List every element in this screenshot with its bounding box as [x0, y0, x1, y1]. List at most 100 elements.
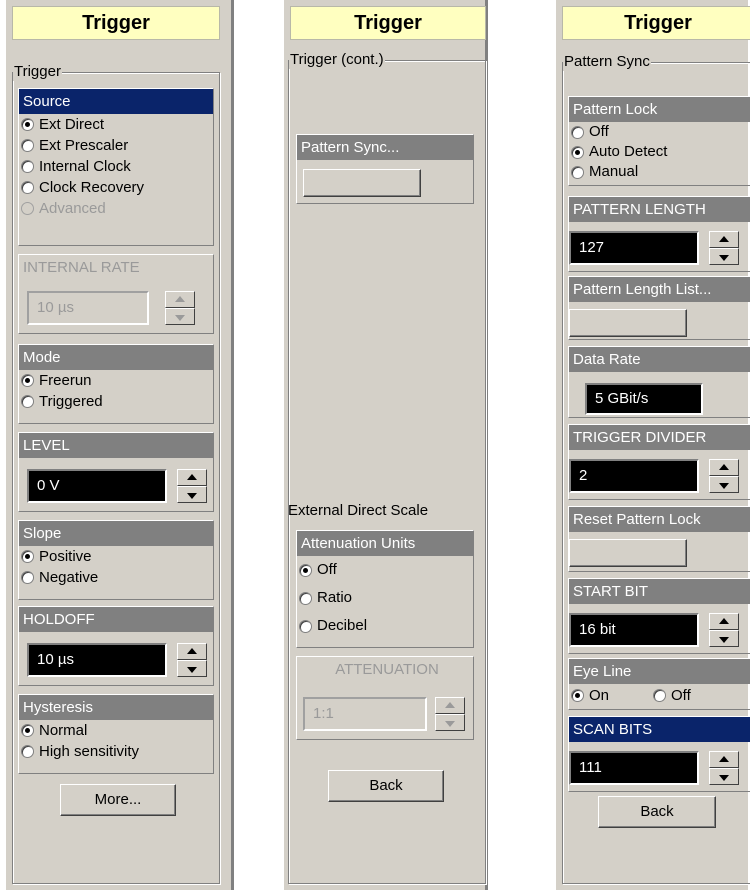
hysteresis-normal-radio[interactable]: Normal — [19, 720, 213, 741]
attenuation-units-section: Attenuation Units Off Ratio Decibel — [296, 530, 474, 648]
radio-dot-icon — [571, 166, 584, 179]
trigger-panel-1: Trigger Trigger Source Ext Direct Ext Pr… — [4, 0, 234, 890]
spin-up-icon[interactable] — [709, 459, 739, 476]
spin-up-icon[interactable] — [709, 751, 739, 768]
spin-down-icon[interactable] — [709, 768, 739, 785]
pattern-length-section: PATTERN LENGTH 127 — [568, 196, 750, 272]
radio-dot-icon — [21, 395, 34, 408]
attenuation-decibel-radio[interactable]: Decibel — [297, 612, 473, 640]
panel-title: Trigger — [562, 6, 750, 40]
level-spinner[interactable] — [177, 469, 207, 503]
pattern-sync-button[interactable] — [303, 169, 421, 197]
start-bit-header: START BIT — [569, 579, 750, 604]
data-rate-section: Data Rate 5 GBit/s — [568, 346, 750, 418]
pattern-length-value[interactable]: 127 — [569, 231, 699, 265]
start-bit-section: START BIT 16 bit — [568, 578, 750, 654]
pattern-length-list-button[interactable] — [569, 309, 687, 337]
holdoff-value[interactable]: 10 µs — [27, 643, 167, 677]
reset-pattern-lock-section: Reset Pattern Lock — [568, 506, 750, 572]
pattern-lock-header: Pattern Lock — [569, 97, 750, 122]
slope-negative-radio[interactable]: Negative — [19, 567, 213, 588]
trigger-divider-spinner[interactable] — [709, 459, 739, 493]
level-value[interactable]: 0 V — [27, 469, 167, 503]
pattern-length-list-header: Pattern Length List... — [569, 277, 750, 302]
pattern-lock-manual-radio[interactable]: Manual — [569, 162, 750, 182]
eye-line-header: Eye Line — [569, 659, 750, 684]
spin-down-icon[interactable] — [709, 248, 739, 265]
spin-up-icon[interactable] — [177, 469, 207, 486]
source-advanced-radio: Advanced — [19, 198, 213, 219]
pattern-length-header: PATTERN LENGTH — [569, 197, 750, 222]
spin-down-icon — [165, 308, 195, 325]
radio-dot-icon — [21, 745, 34, 758]
scan-bits-header: SCAN BITS — [569, 717, 750, 742]
radio-dot-icon — [571, 689, 584, 702]
spin-up-icon — [165, 291, 195, 308]
holdoff-spinner[interactable] — [177, 643, 207, 677]
data-rate-header: Data Rate — [569, 347, 750, 372]
hysteresis-section: Hysteresis Normal High sensitivity — [18, 694, 214, 774]
radio-dot-icon — [299, 592, 312, 605]
source-clock-recovery-radio[interactable]: Clock Recovery — [19, 177, 213, 198]
pattern-sync-header: Pattern Sync... — [297, 135, 473, 160]
mode-header: Mode — [19, 345, 213, 370]
mode-triggered-radio[interactable]: Triggered — [19, 391, 213, 412]
start-bit-value[interactable]: 16 bit — [569, 613, 699, 647]
radio-dot-icon — [21, 550, 34, 563]
attenuation-header: ATTENUATION — [297, 657, 473, 682]
source-ext-prescaler-radio[interactable]: Ext Prescaler — [19, 135, 213, 156]
spin-down-icon[interactable] — [177, 660, 207, 677]
data-rate-value: 5 GBit/s — [585, 383, 703, 415]
holdoff-header: HOLDOFF — [19, 607, 213, 632]
spin-down-icon[interactable] — [709, 630, 739, 647]
more-button[interactable]: More... — [60, 784, 176, 816]
hysteresis-header: Hysteresis — [19, 695, 213, 720]
attenuation-off-radio[interactable]: Off — [297, 556, 473, 584]
reset-pattern-lock-header: Reset Pattern Lock — [569, 507, 750, 532]
spin-down-icon — [435, 714, 465, 731]
radio-dot-icon — [299, 564, 312, 577]
back-button[interactable]: Back — [328, 770, 444, 802]
source-internal-clock-radio[interactable]: Internal Clock — [19, 156, 213, 177]
attenuation-ratio-radio[interactable]: Ratio — [297, 584, 473, 612]
spin-up-icon[interactable] — [177, 643, 207, 660]
slope-positive-radio[interactable]: Positive — [19, 546, 213, 567]
radio-dot-icon — [21, 160, 34, 173]
eye-line-off-radio[interactable]: Off — [651, 685, 691, 706]
source-header: Source — [19, 89, 213, 114]
trigger-divider-section: TRIGGER DIVIDER 2 — [568, 424, 750, 500]
internal-rate-value: 10 µs — [27, 291, 149, 325]
radio-dot-icon — [571, 146, 584, 159]
source-ext-direct-radio[interactable]: Ext Direct — [19, 114, 213, 135]
internal-rate-section: INTERNAL RATE 10 µs — [18, 254, 214, 334]
eye-line-on-radio[interactable]: On — [569, 685, 609, 706]
trigger-divider-value[interactable]: 2 — [569, 459, 699, 493]
radio-dot-icon — [21, 724, 34, 737]
radio-dot-icon — [21, 118, 34, 131]
spin-up-icon[interactable] — [709, 231, 739, 248]
spin-down-icon[interactable] — [177, 486, 207, 503]
mode-section: Mode Freerun Triggered — [18, 344, 214, 424]
spin-up-icon[interactable] — [709, 613, 739, 630]
slope-section: Slope Positive Negative — [18, 520, 214, 600]
level-section: LEVEL 0 V — [18, 432, 214, 512]
scan-bits-spinner[interactable] — [709, 751, 739, 785]
hysteresis-high-sensitivity-radio[interactable]: High sensitivity — [19, 741, 213, 762]
pattern-lock-off-radio[interactable]: Off — [569, 122, 750, 142]
back-button[interactable]: Back — [598, 796, 716, 828]
start-bit-spinner[interactable] — [709, 613, 739, 647]
pattern-lock-auto-detect-radio[interactable]: Auto Detect — [569, 142, 750, 162]
scan-bits-value[interactable]: 111 — [569, 751, 699, 785]
radio-dot-icon — [21, 571, 34, 584]
panel-title: Trigger — [12, 6, 220, 40]
spin-down-icon[interactable] — [709, 476, 739, 493]
external-direct-scale-label: External Direct Scale — [288, 502, 429, 519]
mode-freerun-radio[interactable]: Freerun — [19, 370, 213, 391]
panel-title: Trigger — [290, 6, 486, 40]
radio-dot-icon — [21, 181, 34, 194]
internal-rate-header: INTERNAL RATE — [19, 255, 213, 280]
pattern-length-spinner[interactable] — [709, 231, 739, 265]
radio-dot-icon — [653, 689, 666, 702]
reset-pattern-lock-button[interactable] — [569, 539, 687, 567]
pattern-length-list-section: Pattern Length List... — [568, 276, 750, 340]
